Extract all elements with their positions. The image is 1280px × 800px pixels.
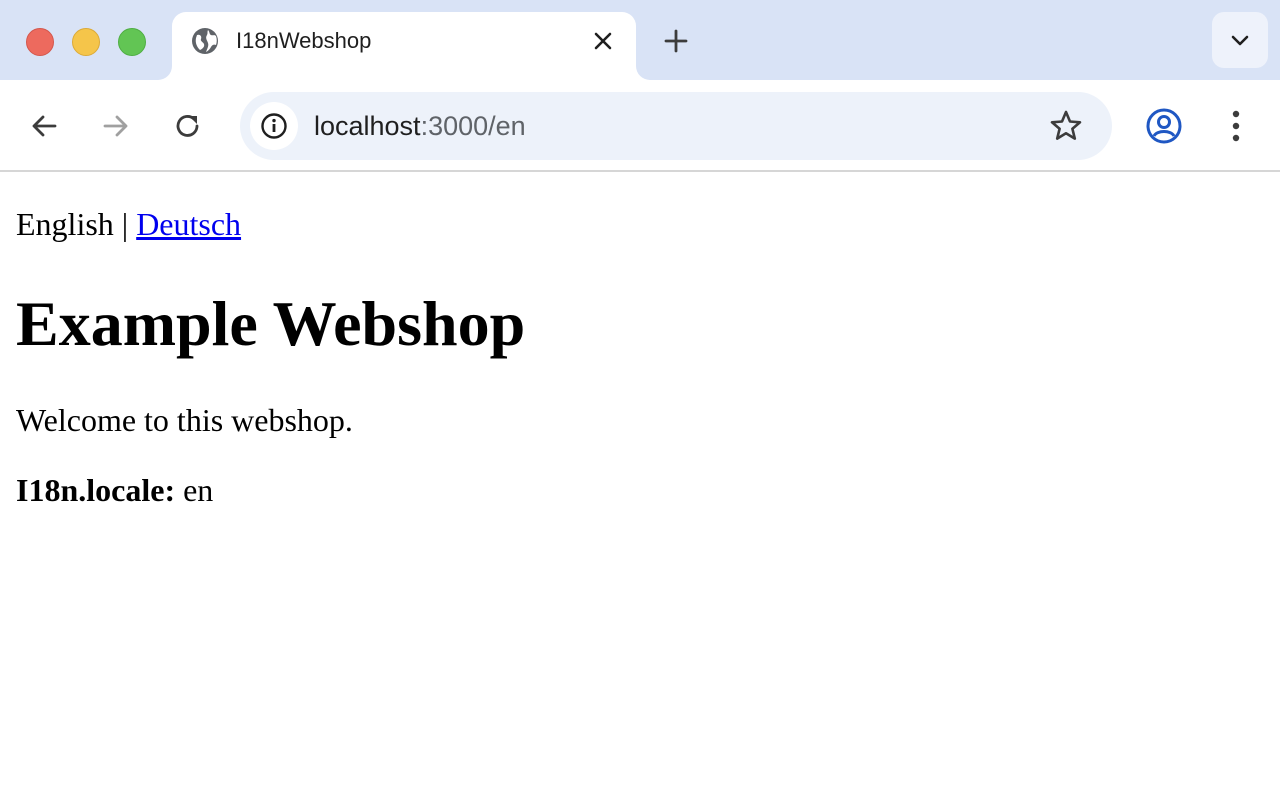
arrow-right-icon[interactable] [98,108,134,144]
profile-icon[interactable] [1144,106,1184,146]
welcome-text: Welcome to this webshop. [16,402,353,438]
info-icon [261,113,287,139]
url-host: localhost [314,111,421,141]
browser-toolbar: localhost:3000/en [0,80,1280,172]
tab-title: I18nWebshop [236,28,372,53]
page-title: Example Webshop [16,288,526,359]
locale-label: I18n.locale: [16,472,176,508]
active-tab[interactable]: I18nWebshop [172,12,636,80]
locale-info: I18n.locale: en [16,470,213,510]
tab-strip: I18nWebshop [0,0,1280,80]
site-info-button[interactable] [250,102,298,150]
window-maximize-button[interactable] [118,28,146,56]
plus-icon[interactable] [660,25,692,57]
globe-icon [192,28,218,54]
url-text[interactable]: localhost:3000/en [314,109,526,143]
language-link-deutsch[interactable]: Deutsch [136,206,241,242]
url-path: :3000/en [420,111,526,141]
tab-search-button[interactable] [1212,12,1268,68]
arrow-left-icon[interactable] [26,108,62,144]
star-icon[interactable] [1048,108,1084,144]
close-icon[interactable] [590,28,616,54]
window-close-button[interactable] [26,28,54,56]
address-bar[interactable]: localhost:3000/en [240,92,1112,160]
language-switch: English | Deutsch [16,204,241,244]
window-minimize-button[interactable] [72,28,100,56]
reload-icon[interactable] [170,108,206,144]
current-language: English [16,206,114,242]
kebab-menu-icon[interactable] [1220,106,1252,146]
locale-value: en [183,472,214,508]
chevron-down-icon [1231,35,1249,46]
language-separator: | [113,206,137,242]
